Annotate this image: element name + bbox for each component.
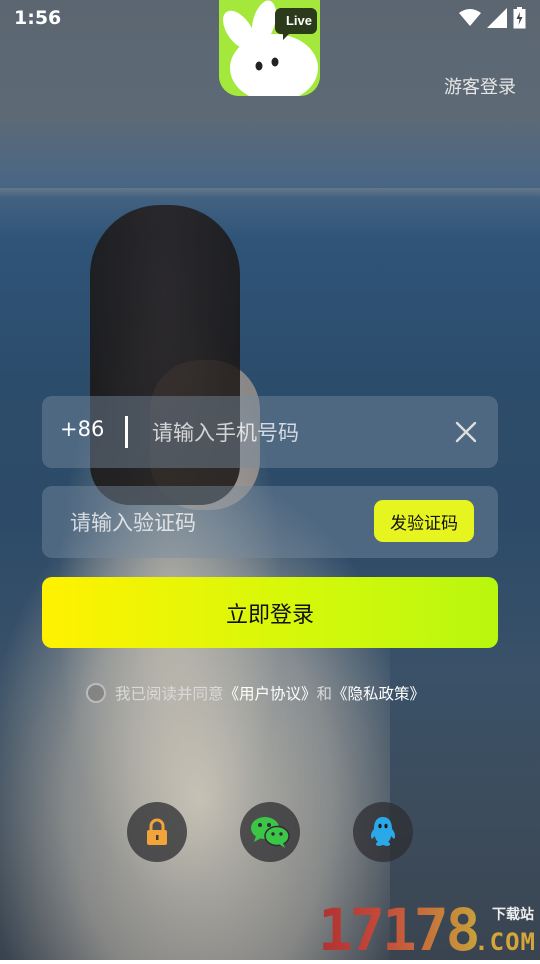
battery-icon <box>513 7 526 29</box>
watermark-domain: .COM <box>474 928 536 956</box>
clear-icon[interactable] <box>454 420 478 444</box>
lock-icon <box>147 818 167 845</box>
qq-icon <box>370 817 396 846</box>
agree-checkbox[interactable] <box>86 683 106 703</box>
wechat-icon <box>251 817 290 848</box>
status-time: 1:56 <box>14 7 62 29</box>
watermark: 17178 下载站 .COM <box>318 898 540 960</box>
code-field: 发验证码 <box>42 486 498 558</box>
field-divider <box>125 416 128 448</box>
wifi-icon <box>459 9 481 26</box>
watermark-sub: 下载站 <box>492 907 534 923</box>
status-icons <box>459 7 526 29</box>
login-button[interactable]: 立即登录 <box>42 577 498 648</box>
verification-code-input[interactable] <box>68 505 372 541</box>
phone-input[interactable] <box>150 415 434 451</box>
guest-login-button[interactable]: 游客登录 <box>444 73 516 99</box>
horizon <box>0 188 540 198</box>
phone-field: +86 <box>42 396 498 468</box>
wechat-login-button[interactable] <box>240 802 300 862</box>
signal-icon <box>487 8 507 28</box>
send-code-button[interactable]: 发验证码 <box>374 500 474 542</box>
user-agreement-link[interactable]: 《用户协议》 <box>224 682 317 704</box>
status-bar: 1:56 <box>0 0 540 36</box>
agreement-prefix: 我已阅读并同意 <box>115 685 224 703</box>
agreement-conjunction: 和 <box>316 685 333 703</box>
privacy-policy-link[interactable]: 《隐私政策》 <box>332 682 425 704</box>
watermark-digits: 17178 <box>318 896 481 964</box>
qq-login-button[interactable] <box>353 802 413 862</box>
password-login-button[interactable] <box>127 802 187 862</box>
agreement-row: 我已阅读并同意 《用户协议》 和 《隐私政策》 <box>86 682 425 704</box>
country-code-selector[interactable]: +86 <box>60 417 104 441</box>
